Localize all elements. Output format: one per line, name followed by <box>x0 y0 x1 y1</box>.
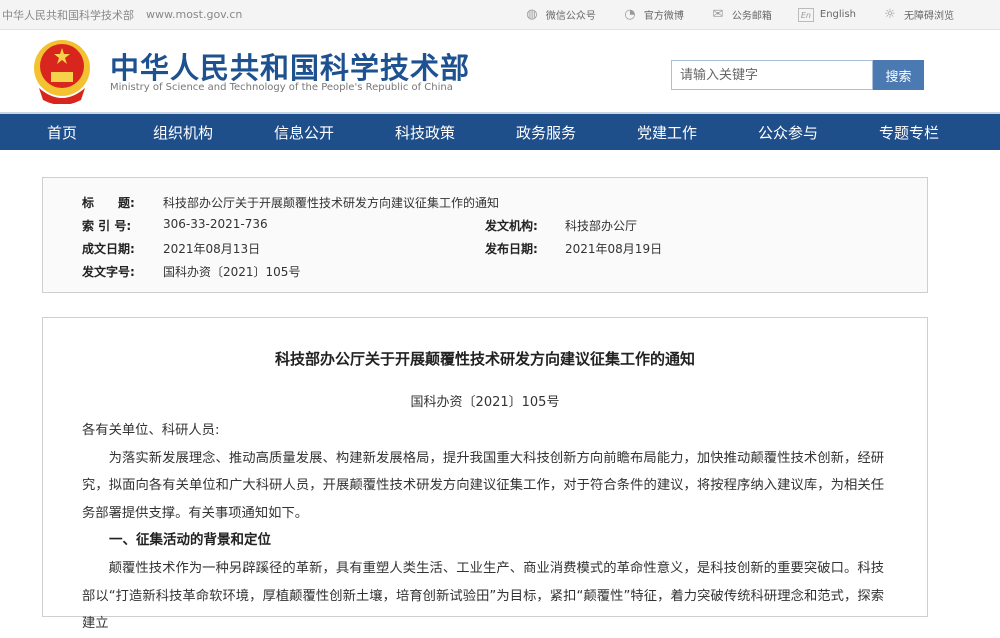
paragraph: 颠覆性技术作为一种另辟蹊径的革新，具有重塑人类生活、工业生产、商业消费模式的革命… <box>82 555 884 638</box>
mail-link[interactable]: ✉ 公务邮箱 <box>710 7 772 22</box>
section-heading: 一、征集活动的背景和定位 <box>82 527 884 555</box>
link-label: 无障碍浏览 <box>904 7 954 22</box>
salutation: 各有关单位、科研人员: <box>82 417 884 445</box>
search-button[interactable]: 搜索 <box>873 60 924 90</box>
nav-party[interactable]: 党建工作 <box>637 122 697 143</box>
meta-label: 标 题: <box>82 194 135 211</box>
nav-policy[interactable]: 科技政策 <box>395 122 455 143</box>
nav-info[interactable]: 信息公开 <box>274 122 334 143</box>
top-bar: 中华人民共和国科学技术部 www.most.gov.cn ◍ 微信公众号 ◔ 官方微… <box>0 0 1000 30</box>
site-subtitle: Ministry of Science and Technology of th… <box>110 82 453 93</box>
site-title: 中华人民共和国科学技术部 <box>110 45 470 87</box>
link-label: English <box>820 9 856 20</box>
paragraph: 为落实新发展理念、推动高质量发展、构建新发展格局，提升我国重大科技创新方向前瞻布… <box>82 445 884 528</box>
nav-topics[interactable]: 专题专栏 <box>879 122 939 143</box>
search-input[interactable] <box>671 60 873 90</box>
site-name: 中华人民共和国科学技术部 <box>2 7 134 23</box>
site-url[interactable]: www.most.gov.cn <box>146 8 242 21</box>
document-metadata: 标 题: 科技部办公厅关于开展颠覆性技术研发方向建议征集工作的通知 索 引 号:… <box>42 177 928 293</box>
meta-published: 2021年08月19日 <box>565 240 662 257</box>
meta-issuer: 科技部办公厅 <box>565 217 637 234</box>
search-form: 搜索 <box>671 60 924 90</box>
weibo-link[interactable]: ◔ 官方微博 <box>622 7 684 22</box>
english-link[interactable]: En English <box>798 7 856 22</box>
accessibility-icon: ☼ <box>882 8 898 22</box>
article-title: 科技部办公厅关于开展颠覆性技术研发方向建议征集工作的通知 <box>43 348 927 369</box>
link-label: 官方微博 <box>644 7 684 22</box>
nav-home[interactable]: 首页 <box>47 122 77 143</box>
english-icon: En <box>798 8 814 22</box>
nav-services[interactable]: 政务服务 <box>516 122 576 143</box>
meta-label: 成文日期: <box>82 240 135 257</box>
meta-label: 发文机构: <box>485 217 538 234</box>
meta-label: 发文字号: <box>82 263 135 280</box>
meta-label: 发布日期: <box>485 240 538 257</box>
nav-public[interactable]: 公众参与 <box>758 122 818 143</box>
nav-organization[interactable]: 组织机构 <box>153 122 213 143</box>
link-label: 公务邮箱 <box>732 7 772 22</box>
wechat-icon: ◍ <box>524 8 540 22</box>
mail-icon: ✉ <box>710 8 726 22</box>
weibo-icon: ◔ <box>622 8 638 22</box>
article-doc-no: 国科办资〔2021〕105号 <box>43 391 927 410</box>
national-emblem-icon <box>31 38 93 104</box>
meta-docno: 国科办资〔2021〕105号 <box>163 263 300 280</box>
wechat-link[interactable]: ◍ 微信公众号 <box>524 7 596 22</box>
article: 科技部办公厅关于开展颠覆性技术研发方向建议征集工作的通知 国科办资〔2021〕1… <box>42 317 928 617</box>
article-body: 各有关单位、科研人员: 为落实新发展理念、推动高质量发展、构建新发展格局，提升我… <box>82 417 884 638</box>
main-nav: 首页 组织机构 信息公开 科技政策 政务服务 党建工作 公众参与 专题专栏 <box>0 112 1000 150</box>
header: 中华人民共和国科学技术部 Ministry of Science and Tec… <box>0 30 1000 112</box>
meta-index: 306-33-2021-736 <box>163 217 268 231</box>
meta-created: 2021年08月13日 <box>163 240 260 257</box>
meta-title: 科技部办公厅关于开展颠覆性技术研发方向建议征集工作的通知 <box>163 194 499 211</box>
meta-label: 索 引 号: <box>82 217 131 234</box>
accessibility-link[interactable]: ☼ 无障碍浏览 <box>882 7 954 22</box>
link-label: 微信公众号 <box>546 7 596 22</box>
